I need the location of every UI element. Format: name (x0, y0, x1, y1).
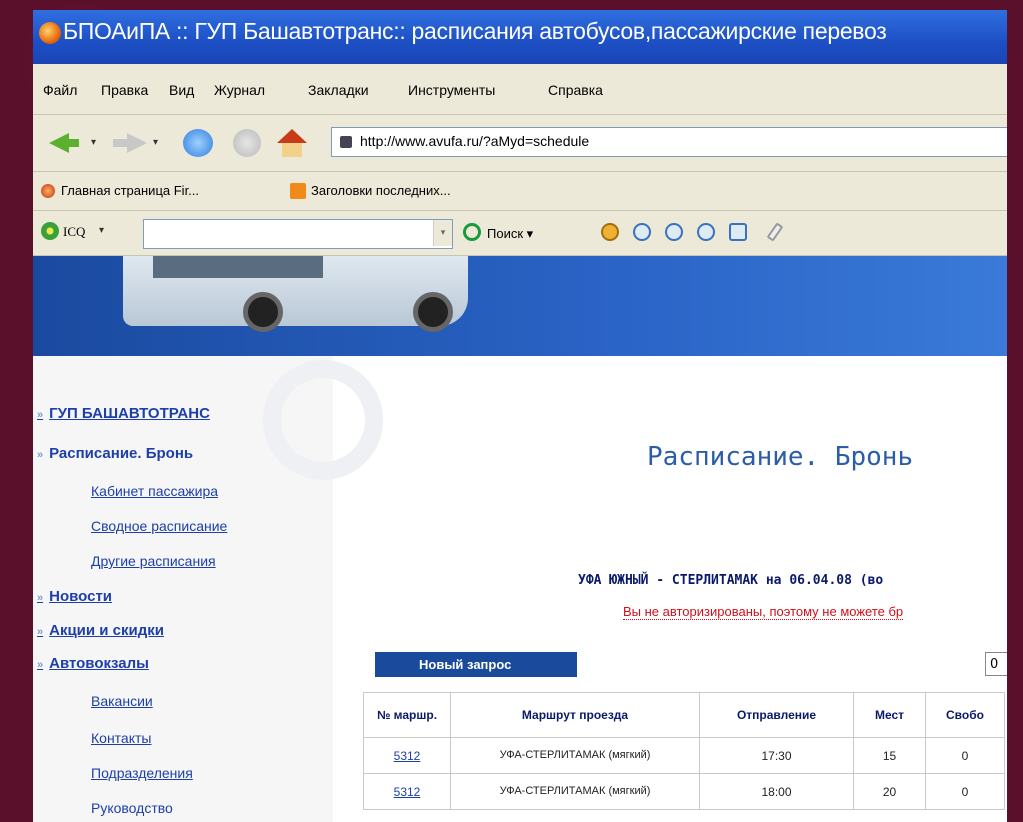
zoom-out-icon[interactable] (697, 223, 715, 241)
search-button[interactable]: Поиск ▾ (463, 223, 533, 242)
icq-button[interactable]: ICQ (63, 224, 85, 240)
forward-dropdown-icon[interactable]: ▾ (153, 137, 158, 148)
logo-watermark (263, 360, 383, 480)
col-route: Маршрут проезда (450, 692, 700, 738)
menu-view[interactable]: Вид (169, 82, 194, 98)
user-icon[interactable] (729, 223, 747, 241)
sidebar-sub-other-schedules[interactable]: Другие расписания (91, 553, 216, 569)
window-title: БПОАиПА :: ГУП Башавтотранс:: расписания… (63, 18, 887, 44)
smiley-icon[interactable] (601, 223, 619, 241)
route-number-cell: 5312 (363, 773, 451, 810)
sidebar-sub-divisions[interactable]: Подразделения (91, 765, 193, 781)
sidebar-item-news[interactable]: » Новости (37, 588, 112, 605)
back-arrow-icon[interactable] (43, 129, 83, 157)
menu-tools[interactable]: Инструменты (408, 82, 495, 98)
sidebar-item-label: Автовокзалы (49, 655, 149, 672)
icq-dropdown-icon[interactable]: ▾ (99, 225, 104, 236)
departure-cell: 18:00 (699, 773, 854, 810)
route-number-link[interactable]: 5312 (394, 749, 421, 763)
sidebar-item-label: Акции и скидки (49, 622, 165, 639)
sidebar-sub-contacts[interactable]: Контакты (91, 730, 151, 746)
new-request-button[interactable]: Новый запрос (375, 652, 577, 677)
route-number-cell: 5312 (363, 737, 451, 774)
title-bar: БПОАиПА :: ГУП Башавтотранс:: расписания… (33, 10, 1007, 64)
free-cell: 0 (925, 737, 1005, 774)
auth-warning: Вы не авторизированы, поэтому не можете … (623, 604, 904, 620)
home-icon[interactable] (277, 129, 307, 157)
seats-cell: 15 (853, 737, 926, 774)
site-banner (33, 256, 1007, 356)
pen-icon[interactable] (766, 222, 784, 242)
search-icon (463, 223, 481, 241)
navigation-toolbar: ▾ ▾ http://www.avufa.ru/?aMyd=schedule (33, 115, 1007, 172)
bookmark-latest-headlines[interactable]: Заголовки последних... (311, 183, 451, 198)
bus-image (123, 256, 468, 332)
sidebar-item-label: Расписание. Бронь (49, 445, 194, 462)
menu-help[interactable]: Справка (548, 82, 603, 98)
sidebar-item-label: Новости (49, 588, 113, 605)
bookmark-firefox-home[interactable]: Главная страница Fir... (61, 183, 199, 198)
stop-icon[interactable] (233, 129, 261, 157)
col-seats: Мест (853, 692, 926, 738)
sidebar-sub-management[interactable]: Руководство (91, 800, 173, 816)
sidebar-item-label: ГУП БАШАВТОТРАНС (49, 405, 210, 422)
page-title: Расписание. Бронь (647, 442, 914, 472)
route-heading: УФА ЮЖНЫЙ - СТЕРЛИТАМАК на 06.04.08 (во (578, 573, 884, 588)
forward-arrow-icon[interactable] (107, 129, 147, 157)
icq-input-dropdown-icon[interactable]: ▾ (433, 220, 452, 246)
menu-edit[interactable]: Правка (101, 82, 148, 98)
sidebar-item-schedule[interactable]: » Расписание. Бронь (37, 445, 193, 462)
table-header-row: № маршр. Маршрут проезда Отправление Мес… (363, 692, 1005, 738)
sidebar-sub-passenger-cabinet[interactable]: Кабинет пассажира (91, 483, 218, 499)
icq-flower-icon (41, 222, 59, 240)
search-label: Поиск (487, 226, 524, 241)
col-free: Свобо (925, 692, 1005, 738)
bookmarks-toolbar: Главная страница Fir... Заголовки послед… (33, 172, 1007, 211)
site-favicon-icon (340, 136, 352, 148)
reload-icon[interactable] (183, 129, 213, 157)
sidebar-item-bashavtotrans[interactable]: » ГУП БАШАВТОТРАНС (37, 405, 210, 422)
zoom-search-icon[interactable] (633, 223, 651, 241)
sidebar-item-promotions[interactable]: » Акции и скидки (37, 622, 164, 639)
sidebar-sub-vacancies[interactable]: Вакансии (91, 693, 153, 709)
col-departure: Отправление (699, 692, 854, 738)
departure-cell: 17:30 (699, 737, 854, 774)
address-url[interactable]: http://www.avufa.ru/?aMyd=schedule (360, 133, 589, 149)
table-row: 5312 УФА-СТЕРЛИТАМАК (мягкий) 18:00 20 0 (363, 773, 1005, 810)
menu-file[interactable]: Файл (43, 82, 77, 98)
free-cell: 0 (925, 773, 1005, 810)
col-route-number: № маршр. (363, 692, 451, 738)
firefox-bookmark-icon (41, 184, 55, 198)
route-cell: УФА-СТЕРЛИТАМАК (мягкий) (450, 773, 700, 810)
icq-toolbar: ICQ ▾ ▾ Поиск ▾ (33, 211, 1007, 256)
browser-window: БПОАиПА :: ГУП Башавтотранс:: расписания… (33, 10, 1007, 822)
menu-bookmarks[interactable]: Закладки (308, 82, 369, 98)
route-cell: УФА-СТЕРЛИТАМАК (мягкий) (450, 737, 700, 774)
sidebar-item-bus-stations[interactable]: » Автовокзалы (37, 655, 149, 672)
rss-icon (290, 183, 306, 199)
address-bar[interactable]: http://www.avufa.ru/?aMyd=schedule (331, 127, 1007, 157)
page-number-field[interactable]: 0 (985, 652, 1007, 676)
seats-cell: 20 (853, 773, 926, 810)
back-dropdown-icon[interactable]: ▾ (91, 137, 96, 148)
menu-history[interactable]: Журнал (214, 82, 265, 98)
firefox-icon (39, 22, 61, 44)
menu-bar: Файл Правка Вид Журнал Закладки Инструме… (33, 64, 1007, 115)
zoom-in-icon[interactable] (665, 223, 683, 241)
icq-search-input[interactable] (143, 219, 453, 249)
table-row: 5312 УФА-СТЕРЛИТАМАК (мягкий) 17:30 15 0 (363, 737, 1005, 774)
route-number-link[interactable]: 5312 (394, 785, 421, 799)
sidebar-sub-summary-schedule[interactable]: Сводное расписание (91, 518, 227, 534)
schedule-table: № маршр. Маршрут проезда Отправление Мес… (363, 692, 1005, 810)
